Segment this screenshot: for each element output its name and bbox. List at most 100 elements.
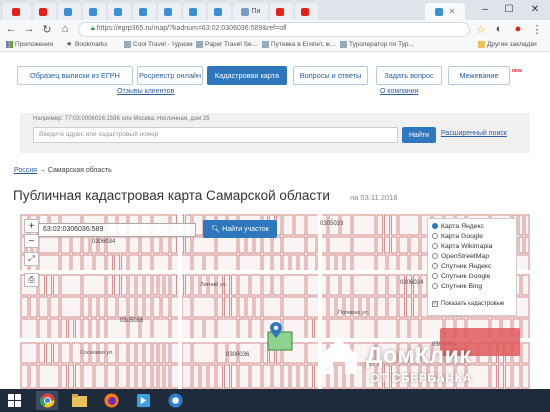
parcel-shape xyxy=(524,236,530,254)
parcel-shape xyxy=(60,318,67,342)
browser-tab[interactable] xyxy=(83,3,106,20)
extension-icon[interactable]: ● xyxy=(511,22,525,36)
minimize-button[interactable]: – xyxy=(474,0,496,18)
layer-radio[interactable]: Карта Wikimapia xyxy=(432,241,516,251)
apps-icon xyxy=(6,41,13,48)
firefox-icon xyxy=(103,393,119,408)
parcel-shape xyxy=(306,364,313,389)
radio-icon xyxy=(432,263,438,269)
search-button[interactable]: Найти xyxy=(402,127,436,143)
browser-tab[interactable]: Пи xyxy=(233,3,268,20)
layer-radio[interactable]: Карта Google xyxy=(432,231,516,241)
parcel-shape xyxy=(128,364,136,389)
nav-sample-extract[interactable]: Образец выписки из ЕГРН xyxy=(17,66,133,85)
parcel-shape xyxy=(152,364,158,389)
bookmark-item[interactable]: Путевка в Египет, ж... xyxy=(262,41,335,48)
browser-tab[interactable] xyxy=(295,3,318,20)
find-parcel-label: Найти участок xyxy=(222,225,269,233)
nav-label: Кадастровая карта xyxy=(214,71,280,80)
domclick-logo-icon xyxy=(321,339,357,374)
bookmark-item[interactable]: Туроператор по Тур... xyxy=(340,41,414,48)
parcel-shape xyxy=(223,364,231,389)
layer-radio[interactable]: Спутник Bing xyxy=(432,281,516,291)
star-icon[interactable]: ☆ xyxy=(474,22,488,36)
taskbar-chrome[interactable] xyxy=(36,391,58,410)
taskbar-app[interactable] xyxy=(132,391,154,410)
parcel-shape xyxy=(152,342,158,364)
page-icon xyxy=(240,7,249,16)
parcel-shape xyxy=(75,318,82,342)
browser-tab[interactable] xyxy=(58,3,81,20)
reload-icon[interactable]: ↻ xyxy=(40,22,54,36)
nav-cadastral-map[interactable]: Кадастровая карта xyxy=(207,66,287,85)
nav-rosreestr-online[interactable]: Росреестр онлайн xyxy=(137,66,203,85)
parcel-shape xyxy=(216,364,223,389)
parcel-shape xyxy=(238,274,250,296)
find-parcel-button[interactable]: 🔍︎ Найти участок xyxy=(203,220,277,238)
parcel-shape xyxy=(20,364,29,389)
parcel-shape xyxy=(521,342,530,364)
parcel-shape xyxy=(82,364,94,389)
breadcrumb-root[interactable]: Россия xyxy=(14,167,37,174)
parcel-shape xyxy=(282,214,294,236)
parcel-shape xyxy=(391,214,398,236)
layer-checkbox[interactable]: ✓ Показать кадастровые xyxy=(432,299,516,309)
browser-tab[interactable] xyxy=(133,3,156,20)
bookmark-other[interactable]: Другие закладки xyxy=(478,41,537,48)
nav-faq[interactable]: Вопросы и ответы xyxy=(293,66,368,85)
zoom-in-button[interactable]: + xyxy=(24,219,39,233)
map-pin-icon[interactable] xyxy=(270,322,282,338)
cadastral-number-field[interactable]: 63:02:0306036:589 xyxy=(38,223,196,237)
layer-label: Показать кадастровые xyxy=(441,301,505,307)
parcel-shape xyxy=(60,274,82,296)
maximize-button[interactable]: ☐ xyxy=(498,0,520,18)
taskbar-explorer[interactable] xyxy=(68,391,90,410)
parcel-shape xyxy=(216,318,238,342)
browser-tab[interactable] xyxy=(33,3,56,20)
browser-tab[interactable] xyxy=(270,3,293,20)
parcel-shape xyxy=(90,318,98,342)
extension-icon[interactable]: ◐ xyxy=(492,22,506,36)
breadcrumb-current: Самарская область xyxy=(47,167,112,174)
nav-land-survey[interactable]: Межевание xyxy=(448,66,510,85)
forward-icon[interactable]: → xyxy=(22,22,36,36)
browser-tab[interactable]: ✕ xyxy=(425,3,465,20)
print-icon[interactable]: ⎙ xyxy=(24,273,39,287)
start-button[interactable] xyxy=(3,391,25,410)
browser-tab[interactable] xyxy=(158,3,181,20)
bookmark-apps[interactable]: Приложения xyxy=(6,41,53,48)
close-window-button[interactable]: ✕ xyxy=(524,0,546,18)
menu-icon[interactable]: ⋮ xyxy=(530,22,544,36)
nav-ask-question[interactable]: Задать вопрос xyxy=(376,66,442,85)
browser-tab[interactable] xyxy=(3,3,31,20)
taskbar-app[interactable] xyxy=(164,391,186,410)
taskbar-firefox[interactable] xyxy=(100,391,122,410)
zoom-out-button[interactable]: − xyxy=(24,234,39,248)
browser-tab[interactable] xyxy=(208,3,231,20)
parcel-shape xyxy=(38,342,45,364)
home-icon[interactable]: ⌂ xyxy=(58,22,72,36)
bookmark-item[interactable]: Cool Travel - туризм xyxy=(124,41,193,48)
layer-radio[interactable]: Карта Яндекс xyxy=(432,221,516,231)
advanced-search-link[interactable]: Расширенный поиск xyxy=(441,130,507,137)
layer-radio[interactable]: Спутник Яндекс xyxy=(432,261,516,271)
bookmark-item[interactable]: ★ Bookmarks xyxy=(66,41,108,48)
layer-radio[interactable]: OpenStreetMap xyxy=(432,251,516,261)
fullscreen-icon[interactable]: ⤢ xyxy=(24,252,39,266)
parcel-shape xyxy=(181,296,192,318)
windows-taskbar xyxy=(0,389,550,412)
close-tab-icon[interactable]: ✕ xyxy=(449,7,456,16)
parcel-shape xyxy=(246,236,254,254)
browser-tab[interactable] xyxy=(183,3,206,20)
back-icon[interactable]: ← xyxy=(4,22,18,36)
bookmark-item[interactable]: Paper Travel Se... xyxy=(196,41,257,48)
address-bar[interactable]: 🔒︎ https://egrp365.ru/map/?kadnum=63:02:… xyxy=(78,22,470,37)
link-about[interactable]: О компании xyxy=(380,88,419,95)
page-icon xyxy=(196,41,203,48)
parcel-shape xyxy=(98,318,106,342)
browser-tab[interactable] xyxy=(108,3,131,20)
link-reviews[interactable]: Отзывы клиентов xyxy=(117,88,174,95)
parcel-shape xyxy=(231,274,238,296)
layer-radio[interactable]: Спутник Google xyxy=(432,271,516,281)
search-input[interactable]: Введите адрес или кадастровый номер xyxy=(33,127,398,143)
